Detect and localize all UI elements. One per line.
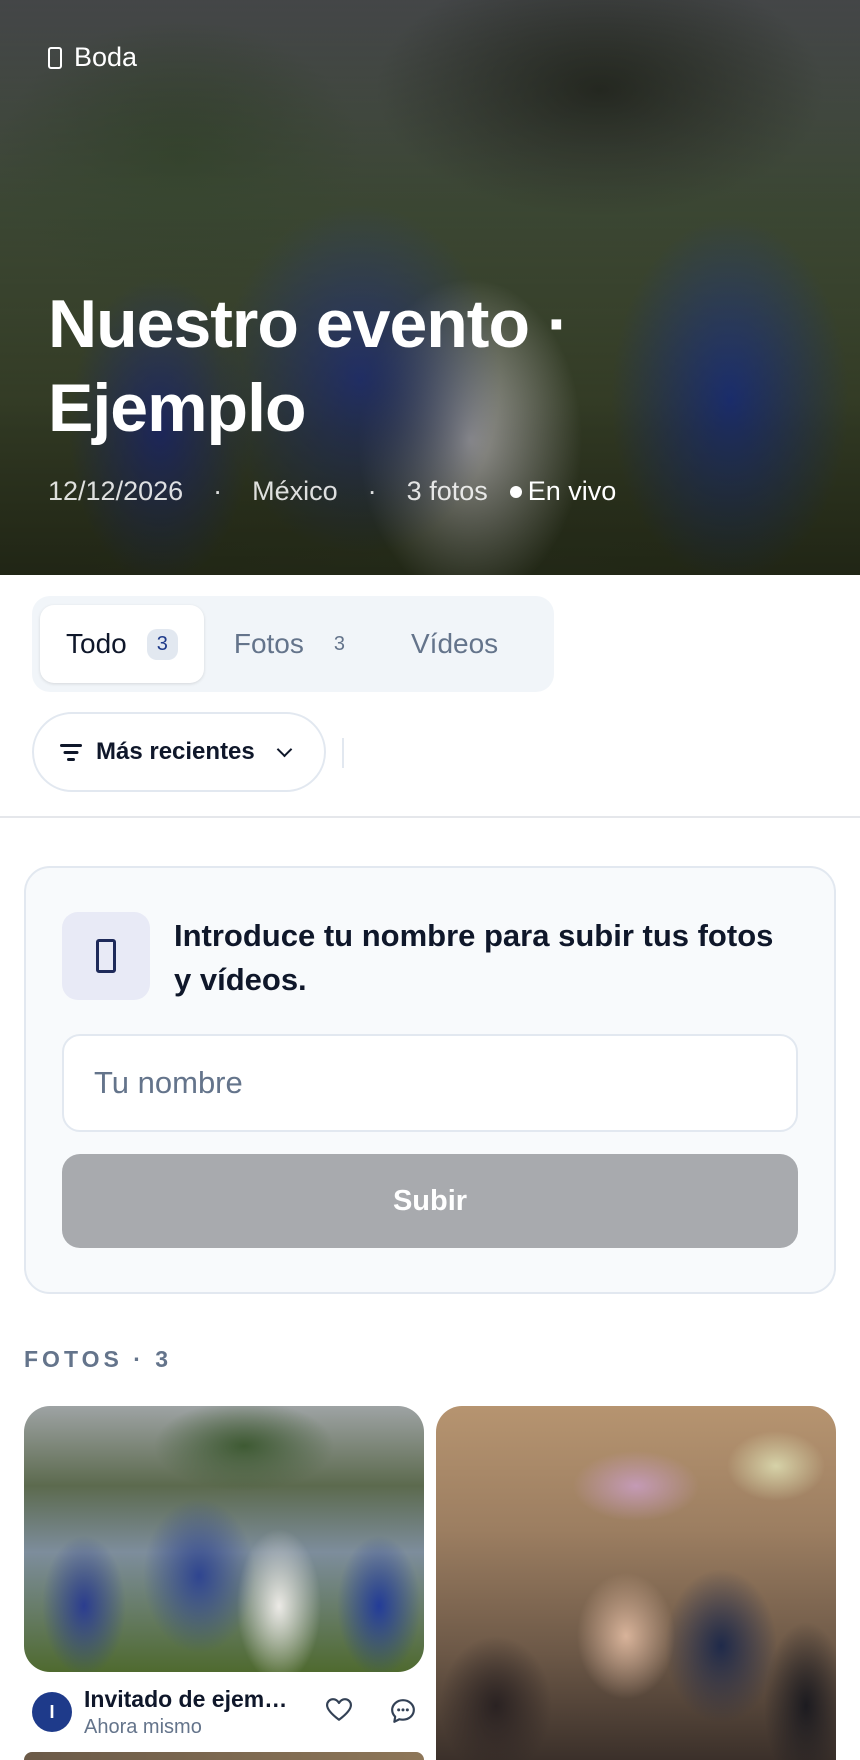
photo-thumbnail[interactable] (436, 1406, 836, 1760)
photo-meta: I Invitado de ejemplo Ahora mismo (24, 1682, 424, 1742)
tab-label: Vídeos (411, 628, 499, 659)
tab-todo[interactable]: Todo 3 (40, 605, 204, 683)
filter-icon (60, 744, 82, 761)
tab-count-badge: 3 (333, 632, 345, 655)
avatar: I (32, 1692, 72, 1732)
tab-count-badge: 3 (146, 628, 178, 660)
event-category: Boda (48, 42, 137, 73)
tab-fotos[interactable]: Fotos 3 (208, 605, 381, 683)
live-dot-icon (509, 485, 522, 498)
photo-time: Ahora mismo (84, 1716, 202, 1738)
photo-thumbnail[interactable] (24, 1752, 424, 1760)
chevron-down-icon (276, 741, 293, 757)
meta-separator: · (213, 476, 223, 506)
upload-prompt: Introduce tu nombre para subir tus fotos… (174, 918, 774, 997)
upload-button[interactable]: Subir (62, 1154, 798, 1248)
comment-icon[interactable] (390, 1698, 416, 1724)
tab-videos[interactable]: Vídeos (385, 605, 524, 683)
live-status: En vivo (509, 476, 617, 507)
meta-separator: · (367, 476, 377, 506)
tab-label: Fotos (233, 628, 304, 659)
name-input[interactable] (62, 1034, 798, 1132)
hero-banner: Boda Nuestro evento · Ejemplo 12/12/2026… (0, 0, 860, 575)
sort-dropdown[interactable]: Más recientes (32, 712, 326, 792)
door-icon (48, 46, 62, 69)
upload-icon-box (62, 912, 150, 1000)
photos-section-title: FOTOS · 3 (24, 1346, 173, 1372)
photo-author: Invitado de ejemplo (84, 1686, 294, 1712)
toolbar-divider (342, 738, 344, 768)
tab-label: Todo (66, 628, 127, 659)
event-category-label: Boda (74, 42, 138, 72)
heart-icon[interactable] (326, 1698, 352, 1722)
section-divider (0, 816, 860, 818)
door-icon (96, 939, 116, 973)
event-title: Nuestro evento · Ejemplo (48, 286, 570, 446)
live-status-label: En vivo (527, 476, 617, 506)
sort-label: Más recientes (96, 738, 255, 765)
event-date: 12/12/2026 (48, 476, 184, 506)
media-tabs: Todo 3 Fotos 3 Vídeos (32, 596, 554, 692)
event-location: México (252, 476, 338, 506)
upload-card: Introduce tu nombre para subir tus fotos… (24, 866, 836, 1294)
event-meta: 12/12/2026 · México · 3 fotos En vivo (48, 476, 616, 507)
photo-thumbnail[interactable] (24, 1406, 424, 1672)
event-photo-count: 3 fotos (406, 476, 488, 506)
